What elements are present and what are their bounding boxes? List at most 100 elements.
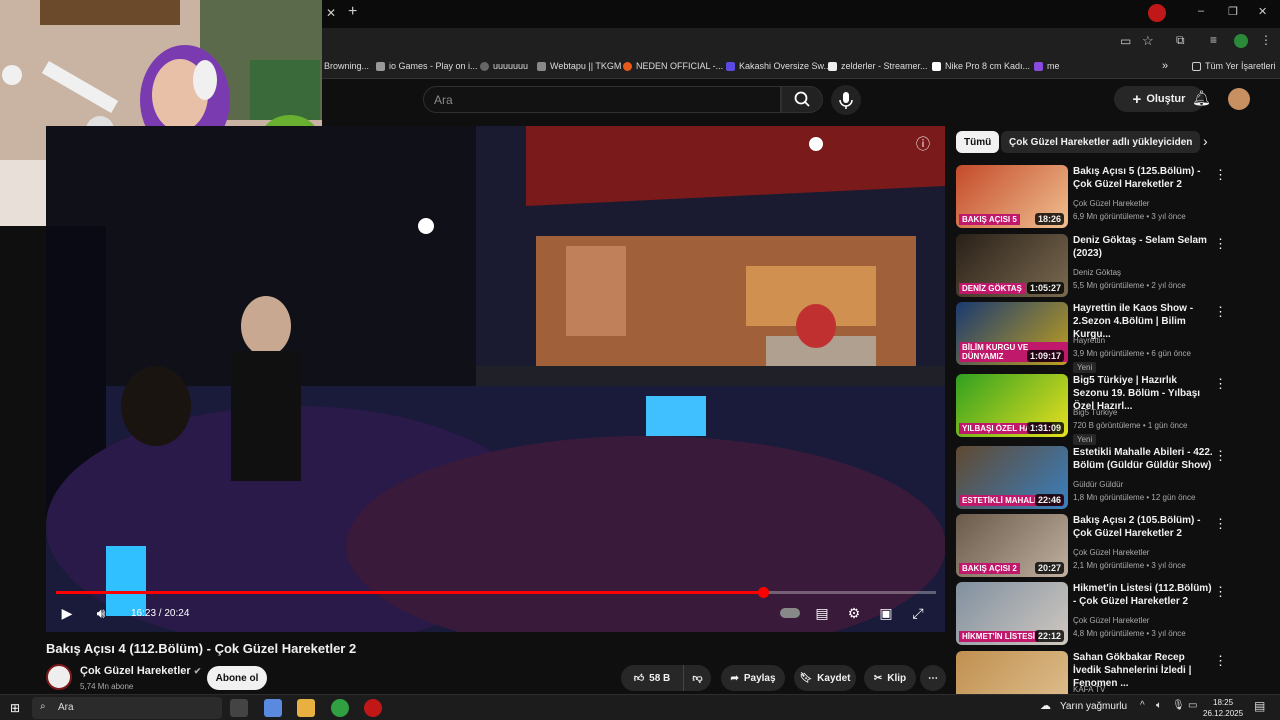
recommendation-thumbnail[interactable]: BAKIŞ AÇISI 2 20:27 <box>956 514 1068 577</box>
volume-tray-icon[interactable]: 🔈︎ <box>1156 700 1162 711</box>
recommendation-channel[interactable]: Hayrettin <box>1073 336 1105 345</box>
more-bookmarks-icon[interactable]: » <box>1162 60 1168 72</box>
app-icon[interactable] <box>364 699 382 717</box>
account-avatar[interactable] <box>1228 88 1250 110</box>
recommendation-channel[interactable]: KAFA TV <box>1073 685 1105 694</box>
all-bookmarks-item[interactable]: Tüm Yer İşaretleri <box>1192 61 1276 71</box>
recommendation-thumbnail[interactable]: DENİZ GÖKTAŞ 1:05:27 <box>956 234 1068 297</box>
recommendation-thumbnail[interactable]: BAKIŞ AÇISI 5 18:26 <box>956 165 1068 228</box>
extensions-icon[interactable]: ⧉ <box>1176 33 1185 48</box>
recommendation-thumbnail[interactable]: ESTETİKLİ MAHALLE ABİ 22:46 <box>956 446 1068 509</box>
miniplayer-icon[interactable]: ▣ <box>875 602 897 624</box>
chrome-icon[interactable] <box>331 699 349 717</box>
network-icon[interactable]: ▭ <box>1188 700 1197 711</box>
minimize-icon[interactable]: – <box>1198 5 1204 17</box>
recommendation-channel[interactable]: Big5 Türkiye <box>1073 408 1117 417</box>
subscribe-button[interactable]: Abone ol <box>207 666 267 690</box>
recommendation-item[interactable]: DENİZ GÖKTAŞ 1:05:27 Deniz Göktaş - Selam … <box>956 234 1256 298</box>
search-input[interactable]: Ara <box>423 86 781 113</box>
notifications-icon[interactable]: 🔔︎ <box>1192 89 1211 107</box>
chevron-right-icon[interactable]: › <box>1203 133 1208 149</box>
recommendation-channel[interactable]: Güldür Güldür <box>1073 480 1123 489</box>
profile-avatar-icon[interactable] <box>1234 34 1248 48</box>
notification-center-icon[interactable]: ▤ <box>1254 699 1265 713</box>
restore-icon[interactable]: ❐ <box>1228 5 1238 18</box>
file-explorer-icon[interactable] <box>297 699 315 717</box>
clip-button[interactable]: ✂ Klip <box>864 665 916 691</box>
cast-icon[interactable]: ▭ <box>1120 34 1131 48</box>
like-button[interactable]: 👍︎ 58 B <box>621 665 683 691</box>
recommendation-item[interactable]: BAKIŞ AÇISI 5 18:26 Bakış Açısı 5 (125.Böl… <box>956 165 1256 229</box>
recommendation-thumbnail[interactable]: BİLİM KURGU VE DÜNYAMIZ 1:09:17 <box>956 302 1068 365</box>
volume-button[interactable]: 🔊︎ <box>90 602 112 624</box>
recommendation-item[interactable]: HİKMET'İN LİSTESİ 22:12 Hikmet'in Listesi … <box>956 582 1256 646</box>
settings-icon[interactable]: ⚙ <box>843 602 865 624</box>
tray-chevron-icon[interactable]: ^ <box>1140 700 1145 711</box>
profile-logo-icon[interactable] <box>1148 4 1166 22</box>
progress-bar[interactable] <box>56 587 936 598</box>
progress-handle[interactable] <box>757 587 769 598</box>
star-icon[interactable]: ☆ <box>1142 33 1154 49</box>
more-options-icon[interactable]: ⋮ <box>1214 584 1227 600</box>
recommendation-channel[interactable]: Deniz Göktaş <box>1073 268 1121 277</box>
window-close-icon[interactable]: ✕ <box>1258 5 1267 18</box>
more-options-icon[interactable]: ⋮ <box>1214 516 1227 532</box>
recommendation-title[interactable]: Deniz Göktaş - Selam Selam (2023) <box>1073 234 1213 260</box>
copilot-icon[interactable] <box>264 699 282 717</box>
channel-avatar[interactable] <box>46 664 72 690</box>
weather-text[interactable]: Yarın yağmurlu <box>1060 701 1127 712</box>
recommendation-item[interactable]: YILBAŞI ÖZEL HAZIRL 1:31:09 Big5 Türkiye |… <box>956 374 1256 445</box>
task-view-icon[interactable] <box>230 699 248 717</box>
search-button[interactable] <box>781 86 823 113</box>
voice-search-button[interactable] <box>831 85 861 115</box>
recommendation-title[interactable]: Bakış Açısı 5 (125.Bölüm) - Çok Güzel Ha… <box>1073 165 1213 191</box>
bookmark-item[interactable]: io Games - Play on i... <box>376 61 478 71</box>
video-player[interactable]: ⓘ ▶ 🔊︎ 16:23 / 20:24 ▤ ⚙ ▣ ⤢ <box>46 126 945 632</box>
autoplay-toggle[interactable] <box>779 602 801 624</box>
create-button[interactable]: + Oluştur <box>1114 86 1204 112</box>
recommendation-title[interactable]: Estetikli Mahalle Abileri - 422. Bölüm (… <box>1073 446 1213 472</box>
info-icon[interactable]: ⓘ <box>916 134 930 154</box>
play-button[interactable]: ▶ <box>56 602 78 624</box>
channel-name-link[interactable]: Çok Güzel Hareketler ✔ <box>80 665 201 677</box>
bookmark-item[interactable]: NEDEN OFFICIAL -... <box>623 61 723 71</box>
recommendation-title[interactable]: Bakış Açısı 2 (105.Bölüm) - Çok Güzel Ha… <box>1073 514 1213 540</box>
mic-tray-icon[interactable]: 🎙︎ <box>1172 700 1185 711</box>
bookmark-item[interactable]: uuuuuuu <box>480 61 528 71</box>
recommendation-channel[interactable]: Çok Güzel Hareketler <box>1073 548 1149 557</box>
chip-from-uploader[interactable]: Çok Güzel Hareketler adlı yükleyiciden <box>1001 131 1201 153</box>
more-actions-button[interactable]: ⋯ <box>920 665 946 691</box>
chip-all[interactable]: Tümü <box>956 131 1000 153</box>
taskbar-search[interactable]: Ara <box>32 697 222 719</box>
more-options-icon[interactable]: ⋮ <box>1214 653 1227 669</box>
more-options-icon[interactable]: ⋮ <box>1214 448 1227 464</box>
share-button[interactable]: ➦ Paylaş <box>721 665 785 691</box>
recommendation-item[interactable]: BİLİM KURGU VE DÜNYAMIZ 1:09:17 Hayrettin … <box>956 302 1256 373</box>
bookmark-item[interactable]: Browning... <box>324 61 369 71</box>
new-tab-icon[interactable]: + <box>348 3 357 21</box>
save-button[interactable]: 🔖︎ Kaydet <box>794 665 856 691</box>
more-options-icon[interactable]: ⋮ <box>1214 304 1227 320</box>
bookmark-item[interactable]: Webtapu || TKGM <box>537 61 621 71</box>
close-tab-icon[interactable]: ✕ <box>326 6 336 20</box>
bookmark-item[interactable]: zelderler - Streamer... <box>828 61 928 71</box>
menu-icon[interactable]: ⋮ <box>1260 33 1272 47</box>
clock[interactable]: 18:25 26.12.2025 <box>1203 697 1243 719</box>
recommendation-channel[interactable]: Çok Güzel Hareketler <box>1073 199 1149 208</box>
recommendation-thumbnail[interactable] <box>956 651 1068 694</box>
media-icon[interactable]: ≡ <box>1210 33 1217 47</box>
dislike-button[interactable]: 👎︎ <box>683 665 711 691</box>
bookmark-item[interactable]: Nike Pro 8 cm Kadı... <box>932 61 1030 71</box>
start-icon[interactable]: ⊞ <box>10 701 20 715</box>
more-options-icon[interactable]: ⋮ <box>1214 167 1227 183</box>
recommendation-item[interactable]: ESTETİKLİ MAHALLE ABİ 22:46 Estetikli Maha… <box>956 446 1256 510</box>
recommendation-channel[interactable]: Çok Güzel Hareketler <box>1073 616 1149 625</box>
bookmark-item[interactable]: Kakashi Oversize Sw... <box>726 61 831 71</box>
more-options-icon[interactable]: ⋮ <box>1214 236 1227 252</box>
bookmark-item[interactable]: me <box>1034 61 1060 71</box>
fullscreen-icon[interactable]: ⤢ <box>907 602 929 624</box>
recommendation-thumbnail[interactable]: HİKMET'İN LİSTESİ 22:12 <box>956 582 1068 645</box>
more-options-icon[interactable]: ⋮ <box>1214 376 1227 392</box>
captions-icon[interactable]: ▤ <box>811 602 833 624</box>
recommendation-item[interactable]: Sahan Gökbakar Recep İvedik Sahnelerini … <box>956 651 1256 694</box>
